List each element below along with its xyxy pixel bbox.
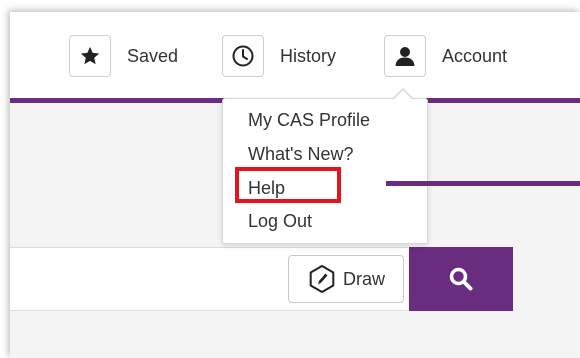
user-icon <box>395 47 415 66</box>
nav-saved[interactable]: Saved <box>69 34 178 78</box>
pencil-hexagon-icon <box>309 265 335 293</box>
menu-item-log-out[interactable]: Log Out <box>248 210 312 232</box>
screenshot-frame: Saved History Account Draw My CAS Profil… <box>0 0 580 358</box>
saved-button[interactable] <box>69 35 111 77</box>
search-button[interactable] <box>409 247 513 311</box>
search-icon <box>449 267 473 291</box>
account-button[interactable] <box>384 35 426 77</box>
header-bar: Saved History Account <box>10 12 580 98</box>
star-icon <box>80 46 100 65</box>
nav-history[interactable]: History <box>222 34 336 78</box>
draw-label: Draw <box>342 268 385 289</box>
saved-label: Saved <box>127 45 179 66</box>
callout-pointer-line <box>386 181 580 186</box>
app-window: Saved History Account Draw My CAS Profil… <box>10 12 580 358</box>
clock-icon <box>232 45 254 67</box>
history-button[interactable] <box>222 35 264 77</box>
dropdown-caret <box>394 90 412 99</box>
menu-item-whats-new[interactable]: What's New? <box>248 143 353 165</box>
account-label: Account <box>442 45 508 66</box>
help-highlight-box <box>235 167 341 203</box>
nav-account[interactable]: Account <box>384 34 507 78</box>
menu-item-my-cas-profile[interactable]: My CAS Profile <box>248 109 370 131</box>
draw-button[interactable]: Draw <box>288 255 404 303</box>
history-label: History <box>280 45 337 66</box>
